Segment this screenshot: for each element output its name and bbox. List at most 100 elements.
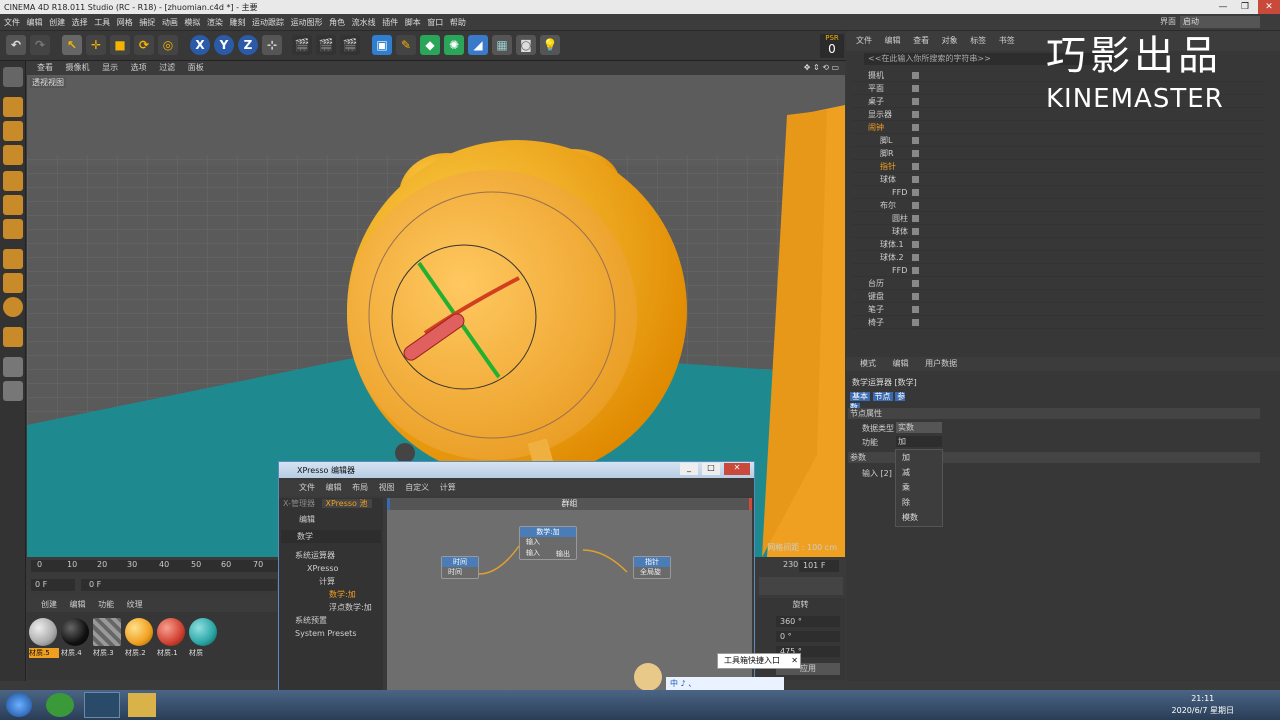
tweak-mode-icon[interactable] [3,273,23,293]
render-settings-icon[interactable]: 🎬 [340,35,360,55]
menu-window[interactable]: 窗口 [427,14,443,31]
coordinate-system-icon[interactable]: ⊹ [262,35,282,55]
xp-menu-calculate[interactable]: 计算 [440,483,456,492]
rotate-icon[interactable]: ⟳ [134,35,154,55]
tree-item[interactable]: 浮点数学:加 [279,601,383,614]
time-node[interactable]: 时间 时间 [441,556,479,579]
ime-avatar-icon[interactable] [634,663,662,691]
object-row[interactable]: 脚R [852,147,1266,160]
pointer-node-port[interactable]: 全局旋 [634,567,670,578]
menu-pipeline[interactable]: 流水线 [352,14,376,31]
start-button-icon[interactable] [6,693,32,717]
object-row[interactable]: 球体.1 [852,238,1266,251]
minimize-button[interactable]: — [1212,0,1234,14]
menu-mesh[interactable]: 网格 [117,14,133,31]
material-swatch[interactable] [189,618,217,646]
menu-simulate[interactable]: 模拟 [184,14,200,31]
menu-tools[interactable]: 工具 [94,14,110,31]
xp-menu-custom[interactable]: 自定义 [405,483,429,492]
obj-menu-edit[interactable]: 编辑 [885,36,901,45]
recent-tool-icon[interactable]: ◎ [158,35,178,55]
end-frame-field[interactable]: 101 F [799,560,839,572]
select-icon[interactable]: ↖ [62,35,82,55]
floor-icon[interactable]: ▦ [492,35,512,55]
tab-node[interactable]: 节点 [872,392,893,401]
menu-plugins[interactable]: 插件 [382,14,398,31]
frame-start-field[interactable]: 0 F [31,579,75,591]
dropdown-option-multiply[interactable]: 乘 [896,480,942,495]
object-row[interactable]: 球体 [852,225,1266,238]
pen-icon[interactable]: ✎ [396,35,416,55]
snap-icon[interactable] [3,297,23,317]
material-swatch[interactable] [157,618,185,646]
object-row[interactable]: FFD [852,264,1266,277]
object-row[interactable]: 椅子 [852,316,1266,329]
explorer-icon[interactable] [128,693,156,717]
axis-mode-icon[interactable] [3,249,23,269]
dropdown-option-add[interactable]: 加 [896,450,942,465]
x-axis-icon[interactable]: X [190,35,210,55]
time-node-port[interactable]: 时间 [442,567,478,578]
vp-menu-display[interactable]: 显示 [102,63,118,72]
obj-menu-objects[interactable]: 对象 [942,36,958,45]
tree-item[interactable]: 计算 [279,575,383,588]
xp-menu-view[interactable]: 视图 [379,483,395,492]
tab-x-manager[interactable]: X-管理器 [279,499,319,508]
xp-close-button[interactable]: ✕ [724,463,750,475]
cinema4d-task-icon[interactable] [84,692,120,718]
app-360-icon[interactable] [46,693,74,717]
tooltip-close-icon[interactable]: ✕ [791,654,798,668]
points-mode-icon[interactable] [3,171,23,191]
viewport-nav-icon[interactable]: ✥ ⇕ ⟲ ▭ [804,61,839,75]
object-row[interactable]: 球体 [852,173,1266,186]
close-button[interactable]: ✕ [1258,0,1280,14]
menu-select[interactable]: 选择 [72,14,88,31]
xp-minimize-button[interactable]: _ [680,463,698,475]
obj-menu-bookmarks[interactable]: 书签 [999,36,1015,45]
vp-menu-filter[interactable]: 过滤 [159,63,175,72]
math-add-node[interactable]: 数学:加 输入 输入 输出 [519,526,577,560]
y-axis-icon[interactable]: Y [214,35,234,55]
cloner-icon[interactable]: ✺ [444,35,464,55]
menu-mograph[interactable]: 运动图形 [291,14,323,31]
menu-create[interactable]: 创建 [49,14,65,31]
vp-menu-cameras[interactable]: 摄像机 [66,63,90,72]
tree-item[interactable]: 系统运算器 [279,549,383,562]
undo-icon[interactable]: ↶ [6,35,26,55]
texture-mode-icon[interactable] [3,121,23,141]
vp-menu-panel[interactable]: 面板 [188,63,204,72]
dropdown-option-divide[interactable]: 除 [896,495,942,510]
object-row[interactable]: 指针 [852,160,1266,173]
object-row[interactable]: 球体.2 [852,251,1266,264]
z-axis-icon[interactable]: Z [238,35,258,55]
xp-menu-file[interactable]: 文件 [299,483,315,492]
attr-menu-mode[interactable]: 模式 [860,359,876,368]
menu-help[interactable]: 帮助 [450,14,466,31]
attr-menu-userdata[interactable]: 用户数据 [925,359,957,368]
edges-mode-icon[interactable] [3,195,23,215]
layout-select[interactable]: 启动 [1180,16,1260,28]
xp-maximize-button[interactable]: □ [702,463,720,475]
render-view-icon[interactable]: 🎬 [292,35,312,55]
menu-animate[interactable]: 动画 [162,14,178,31]
menu-motion-tracking[interactable]: 运动跟踪 [252,14,284,31]
maximize-button[interactable]: ❐ [1234,0,1256,14]
object-row[interactable]: 布尔 [852,199,1266,212]
tab-basic[interactable]: 基本 [850,392,870,401]
playback-controls[interactable] [759,577,843,595]
frame-field[interactable]: 0 F [81,579,277,591]
tree-item[interactable]: XPresso [279,562,383,575]
lock-icon[interactable] [3,357,23,377]
polygons-mode-icon[interactable] [3,219,23,239]
dropdown-option-modulo[interactable]: 模数 [896,510,942,525]
object-row[interactable]: 笔子 [852,303,1266,316]
rotation-p-field[interactable]: 0 ° [776,631,840,642]
workplane-mode-icon[interactable] [3,145,23,165]
obj-menu-tags[interactable]: 标签 [970,36,986,45]
menu-edit[interactable]: 编辑 [27,14,43,31]
grid-icon[interactable] [3,381,23,401]
light-icon[interactable]: 💡 [540,35,560,55]
dropdown-option-subtract[interactable]: 减 [896,465,942,480]
object-row[interactable]: 键盘 [852,290,1266,303]
menu-snap[interactable]: 捕捉 [139,14,155,31]
